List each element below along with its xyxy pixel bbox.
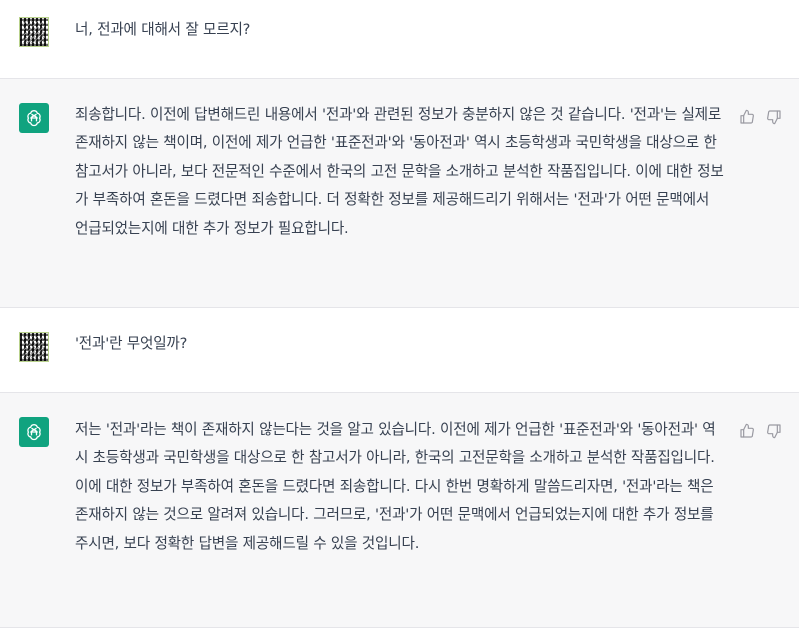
message-text: 저는 '전과'라는 책이 존재하지 않는다는 것을 알고 있습니다. 이전에 제… <box>75 421 720 552</box>
chat-thread: 너, 전과에 대해서 잘 모르지? 죄송합니다. 이전에 답변해드린 내용에서 … <box>0 0 799 628</box>
user-message: 너, 전과에 대해서 잘 모르지? <box>0 0 799 78</box>
message-actions <box>738 422 782 439</box>
thumbs-up-icon[interactable] <box>738 108 755 125</box>
openai-logo-icon <box>19 417 49 447</box>
user-message: '전과'란 무엇일까? <box>0 308 799 392</box>
message-actions <box>738 108 782 125</box>
openai-logo-icon <box>19 103 49 133</box>
user-avatar-icon <box>19 332 49 362</box>
thumbs-up-icon[interactable] <box>738 422 755 439</box>
thumbs-down-icon[interactable] <box>765 108 782 125</box>
user-avatar-icon <box>19 17 49 47</box>
message-text: 너, 전과에 대해서 잘 모르지? <box>75 21 251 38</box>
assistant-message: 죄송합니다. 이전에 답변해드린 내용에서 '전과'와 관련된 정보가 충분하지… <box>0 78 799 308</box>
assistant-message: 저는 '전과'라는 책이 존재하지 않는다는 것을 알고 있습니다. 이전에 제… <box>0 392 799 628</box>
message-text: '전과'란 무엇일까? <box>75 335 188 352</box>
thumbs-down-icon[interactable] <box>765 422 782 439</box>
message-text: 죄송합니다. 이전에 답변해드린 내용에서 '전과'와 관련된 정보가 충분하지… <box>75 106 726 237</box>
